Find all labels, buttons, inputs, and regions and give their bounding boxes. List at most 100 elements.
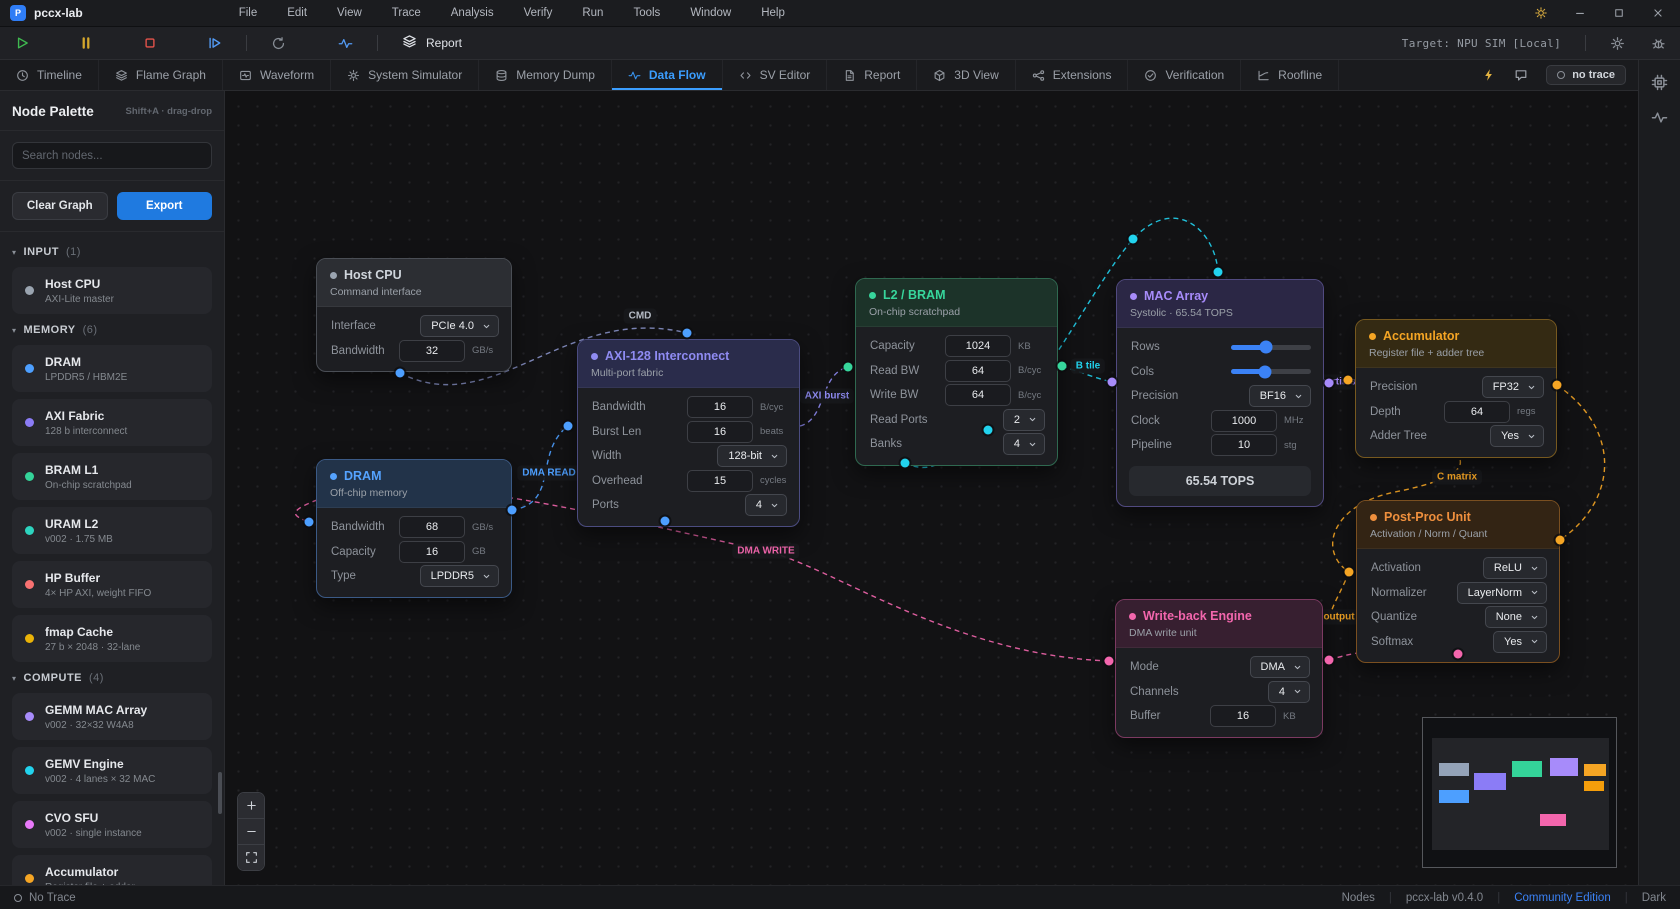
tab-memory-dump[interactable]: Memory Dump xyxy=(479,60,612,90)
palette-item-bram-l1[interactable]: BRAM L1On-chip scratchpad xyxy=(12,453,212,500)
palette-item-gemm-mac-array[interactable]: GEMM MAC Arrayv002 · 32×32 W4A8 xyxy=(12,693,212,740)
port-dot[interactable] xyxy=(901,459,910,468)
port-dot[interactable] xyxy=(1454,650,1463,659)
tab-waveform[interactable]: Waveform xyxy=(223,60,331,90)
field-select[interactable]: 128-bit xyxy=(717,445,787,467)
palette-item-fmap-cache[interactable]: fmap Cache27 b × 2048 · 32-lane xyxy=(12,615,212,662)
tab-data-flow[interactable]: Data Flow xyxy=(612,60,723,90)
search-input[interactable] xyxy=(12,142,212,169)
clear-graph-button[interactable]: Clear Graph xyxy=(12,192,108,220)
menu-window[interactable]: Window xyxy=(690,7,731,19)
field-select[interactable]: 4 xyxy=(745,494,787,516)
section-header-input[interactable]: ▾INPUT(1) xyxy=(12,246,212,258)
node-host-cpu[interactable]: Host CPUCommand interfaceInterfacePCIe 4… xyxy=(316,258,512,372)
field-input[interactable]: 64 xyxy=(945,360,1011,382)
port-dot[interactable] xyxy=(1058,362,1067,371)
tab-3d-view[interactable]: 3D View xyxy=(917,60,1015,90)
field-input[interactable]: 1024 xyxy=(945,335,1011,357)
status-community-edition[interactable]: Community Edition xyxy=(1514,892,1611,904)
menu-file[interactable]: File xyxy=(239,7,258,19)
node-post-proc[interactable]: Post-Proc UnitActivation / Norm / QuantA… xyxy=(1356,500,1560,663)
port-dot[interactable] xyxy=(1214,268,1223,277)
menu-view[interactable]: View xyxy=(337,7,362,19)
node-accumulator[interactable]: AccumulatorRegister file + adder treePre… xyxy=(1355,319,1557,458)
minimize-icon[interactable] xyxy=(1574,7,1586,19)
comment-icon[interactable] xyxy=(1514,68,1528,82)
pulse-icon[interactable] xyxy=(1651,109,1668,126)
field-input[interactable]: 64 xyxy=(1444,401,1510,423)
zoom-fit[interactable] xyxy=(238,845,264,870)
close-icon[interactable] xyxy=(1652,7,1664,19)
field-input[interactable]: 15 xyxy=(687,470,753,492)
slider-thumb[interactable] xyxy=(1258,365,1271,378)
export-button[interactable]: Export xyxy=(117,192,213,220)
menu-verify[interactable]: Verify xyxy=(524,7,553,19)
field-select[interactable]: PCIe 4.0 xyxy=(420,315,499,337)
port-dot[interactable] xyxy=(984,426,993,435)
port-dot[interactable] xyxy=(844,363,853,372)
refresh-icon[interactable] xyxy=(271,36,286,51)
palette-item-host-cpu[interactable]: Host CPUAXI-Lite master xyxy=(12,267,212,314)
port-dot[interactable] xyxy=(1108,378,1117,387)
palette-item-uram-l2[interactable]: URAM L2v002 · 1.75 MB xyxy=(12,507,212,554)
menu-run[interactable]: Run xyxy=(582,7,603,19)
field-select[interactable]: None xyxy=(1485,606,1547,628)
port-dot[interactable] xyxy=(396,369,405,378)
field-input[interactable]: 64 xyxy=(945,384,1011,406)
menu-analysis[interactable]: Analysis xyxy=(451,7,494,19)
tab-extensions[interactable]: Extensions xyxy=(1016,60,1129,90)
field-select[interactable]: DMA xyxy=(1250,656,1310,678)
palette-item-cvo-sfu[interactable]: CVO SFUv002 · single instance xyxy=(12,801,212,848)
field-select[interactable]: 2 xyxy=(1003,409,1045,431)
step-icon[interactable] xyxy=(206,35,222,51)
field-select[interactable]: 4 xyxy=(1268,681,1310,703)
port-dot[interactable] xyxy=(683,329,692,338)
node-l2-bram[interactable]: L2 / BRAMOn-chip scratchpadCapacity1024K… xyxy=(855,278,1058,466)
field-input[interactable]: 68 xyxy=(399,516,465,538)
tab-roofline[interactable]: Roofline xyxy=(1241,60,1339,90)
port-dot[interactable] xyxy=(1553,381,1562,390)
field-input[interactable]: 16 xyxy=(687,396,753,418)
bug-icon[interactable] xyxy=(1651,36,1666,51)
menu-tools[interactable]: Tools xyxy=(633,7,660,19)
edge-acc-right-arc[interactable] xyxy=(1557,385,1605,540)
node-mac-array[interactable]: MAC ArraySystolic · 65.54 TOPSRowsColsPr… xyxy=(1116,279,1324,507)
menu-edit[interactable]: Edit xyxy=(287,7,307,19)
sidebar-scrollbar[interactable] xyxy=(218,772,222,814)
palette-item-gemv-engine[interactable]: GEMV Enginev002 · 4 lanes × 32 MAC xyxy=(12,747,212,794)
palette-item-axi-fabric[interactable]: AXI Fabric128 b interconnect xyxy=(12,399,212,446)
tab-report[interactable]: Report xyxy=(827,60,917,90)
node-dram[interactable]: DRAMOff-chip memoryBandwidth68GB/sCapaci… xyxy=(316,459,512,598)
tab-flame-graph[interactable]: Flame Graph xyxy=(99,60,223,90)
palette-item-dram[interactable]: DRAMLPDDR5 / HBM2E xyxy=(12,345,212,392)
zoom-minus[interactable] xyxy=(238,819,264,845)
menu-help[interactable]: Help xyxy=(761,7,785,19)
section-header-compute[interactable]: ▾COMPUTE(4) xyxy=(12,672,212,684)
gear-icon[interactable] xyxy=(1610,36,1625,51)
field-slider[interactable] xyxy=(1231,365,1311,378)
field-select[interactable]: BF16 xyxy=(1249,385,1311,407)
tab-system-simulator[interactable]: System Simulator xyxy=(331,60,479,90)
minimap[interactable] xyxy=(1422,717,1617,868)
node-axi-interconnect[interactable]: AXI-128 InterconnectMulti-port fabricBan… xyxy=(577,339,800,527)
palette-item-accumulator[interactable]: AccumulatorRegister file + adder xyxy=(12,855,212,885)
trace-status-badge[interactable]: no trace xyxy=(1546,65,1626,85)
port-dot[interactable] xyxy=(1344,376,1353,385)
field-input[interactable]: 1000 xyxy=(1211,410,1277,432)
port-dot[interactable] xyxy=(1325,379,1334,388)
tab-timeline[interactable]: Timeline xyxy=(0,60,99,90)
field-input[interactable]: 32 xyxy=(399,340,465,362)
zoom-plus[interactable] xyxy=(238,793,264,819)
port-dot[interactable] xyxy=(1325,656,1334,665)
slider-thumb[interactable] xyxy=(1260,341,1273,354)
stop-icon[interactable] xyxy=(142,35,158,51)
palette-item-hp-buffer[interactable]: HP Buffer4× HP AXI, weight FIFO xyxy=(12,561,212,608)
field-select[interactable]: Yes xyxy=(1490,425,1544,447)
sun-icon[interactable] xyxy=(1535,7,1547,19)
field-select[interactable]: 4 xyxy=(1003,433,1045,455)
port-dot[interactable] xyxy=(508,506,517,515)
chip-icon[interactable] xyxy=(1651,74,1668,91)
field-input[interactable]: 16 xyxy=(1210,705,1276,727)
node-writeback[interactable]: Write-back EngineDMA write unitModeDMACh… xyxy=(1115,599,1323,738)
field-select[interactable]: LPDDR5 xyxy=(420,565,499,587)
